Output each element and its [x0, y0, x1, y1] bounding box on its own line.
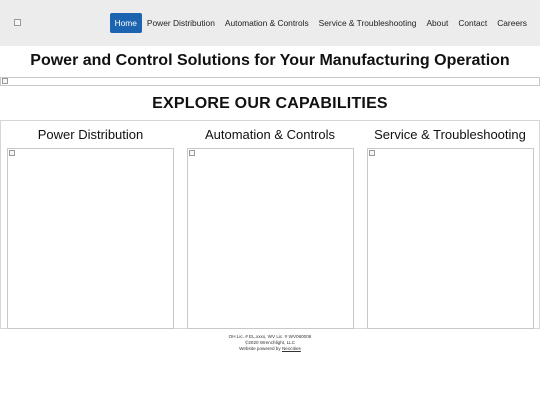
capabilities-title: EXPLORE OUR CAPABILITIES [152, 95, 388, 112]
broken-image-icon [9, 150, 15, 156]
nav-item-careers[interactable]: Careers [492, 13, 532, 33]
logo-broken-image-icon[interactable] [14, 19, 21, 26]
nav-item-contact[interactable]: Contact [453, 13, 492, 33]
card-automation-controls[interactable]: Automation & Controls [180, 121, 360, 329]
nav-item-automation-controls[interactable]: Automation & Controls [220, 13, 314, 33]
card-image[interactable] [187, 148, 354, 329]
hero-title: Power and Control Solutions for Your Man… [30, 52, 510, 69]
broken-image-icon [2, 78, 8, 84]
card-service-troubleshooting[interactable]: Service & Troubleshooting [360, 121, 540, 329]
capabilities-section: Power Distribution Automation & Controls… [0, 120, 540, 329]
card-image[interactable] [367, 148, 534, 329]
hero-image [0, 77, 540, 86]
nav-item-about[interactable]: About [421, 13, 453, 33]
nav-item-service-troubleshooting[interactable]: Service & Troubleshooting [314, 13, 422, 33]
nav-item-power-distribution[interactable]: Power Distribution [142, 13, 220, 33]
card-power-distribution[interactable]: Power Distribution [1, 121, 180, 329]
main-nav: Home Power Distribution Automation & Con… [109, 13, 532, 33]
site-header: Home Power Distribution Automation & Con… [0, 0, 540, 46]
card-title[interactable]: Automation & Controls [180, 127, 360, 142]
nav-item-home[interactable]: Home [109, 13, 142, 33]
powered-by-link[interactable]: Neocities [282, 346, 301, 351]
card-title[interactable]: Power Distribution [1, 127, 180, 142]
powered-by: Website powered by Neocities [0, 346, 540, 352]
broken-image-icon [369, 150, 375, 156]
site-footer: OH Lic. # EL.xxxx, WV Lic. # WV060006 ©2… [0, 334, 540, 353]
powered-by-text: Website powered by [239, 346, 281, 352]
card-title[interactable]: Service & Troubleshooting [360, 127, 540, 142]
card-image[interactable] [7, 148, 174, 329]
broken-image-icon [189, 150, 195, 156]
